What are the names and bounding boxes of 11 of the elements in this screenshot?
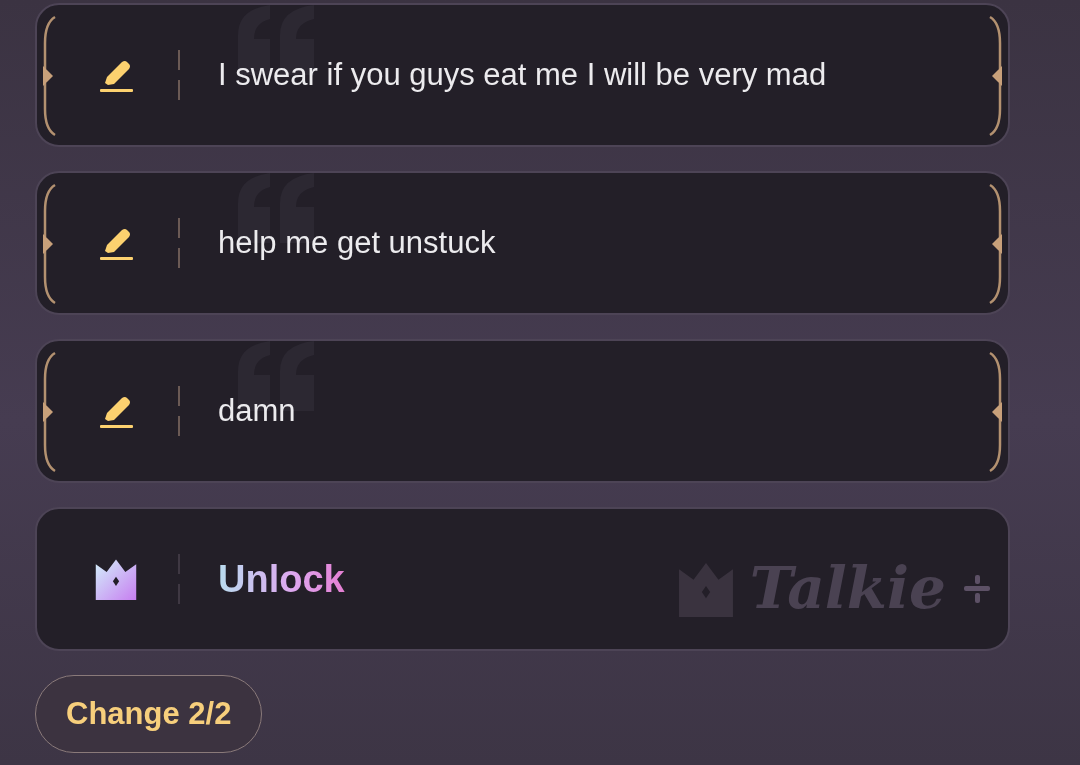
suggestion-card[interactable]: help me get unstuck (35, 171, 1010, 315)
suggestion-text: help me get unstuck (218, 223, 496, 262)
suggestion-text: I swear if you guys eat me I will be very mad (218, 55, 827, 94)
change-button[interactable]: Change 2/2 (35, 675, 263, 753)
suggestion-card[interactable]: damn (35, 339, 1010, 483)
suggestion-text: damn (218, 391, 296, 430)
plus-icon (962, 573, 992, 604)
divider-icon (177, 218, 180, 268)
divider-icon (177, 386, 180, 436)
divider-icon (177, 50, 180, 100)
suggestion-card[interactable]: I swear if you guys eat me I will be very mad (35, 3, 1010, 147)
